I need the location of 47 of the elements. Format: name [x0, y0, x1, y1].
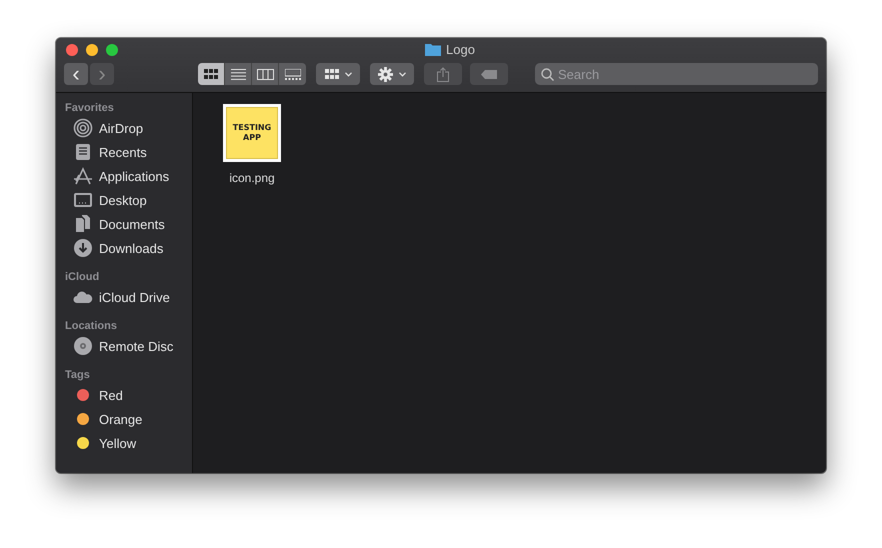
window-title: Logo — [446, 42, 475, 57]
sidebar-item[interactable]: Applications — [65, 164, 192, 188]
applications-icon — [73, 166, 93, 186]
share-icon — [437, 66, 449, 82]
view-mode-button[interactable] — [252, 63, 279, 85]
grid-icon — [204, 69, 218, 79]
download-icon — [73, 238, 93, 258]
caret-icon — [344, 72, 352, 76]
image-thumbnail[interactable]: TESTING APP — [223, 104, 281, 162]
list-icon — [230, 68, 246, 80]
airdrop-icon — [73, 118, 93, 138]
view-mode-button[interactable] — [225, 63, 252, 85]
sidebar-item[interactable]: Documents — [65, 212, 192, 236]
sidebar-item[interactable]: Yellow — [65, 431, 192, 455]
gallery-icon — [284, 68, 300, 80]
sidebar-item[interactable]: Orange — [65, 407, 192, 431]
sidebar-item[interactable]: Downloads — [65, 236, 192, 260]
minimize-button[interactable] — [86, 44, 98, 56]
sidebar-item[interactable]: Desktop — [65, 188, 192, 212]
group-icon — [324, 69, 338, 79]
folder-icon — [425, 43, 442, 56]
search-field[interactable]: Search — [535, 63, 818, 85]
view-mode-button[interactable] — [279, 63, 306, 85]
sidebar-item[interactable]: AirDrop — [65, 116, 192, 140]
desktop-icon — [73, 190, 93, 210]
tag-icon — [481, 70, 497, 78]
sidebar-heading: iCloud — [65, 270, 100, 285]
documents-icon — [73, 214, 93, 234]
sidebar-item[interactable]: Recents — [65, 140, 192, 164]
settings-button[interactable] — [370, 63, 414, 85]
columns-icon — [256, 68, 274, 80]
tray-icon — [73, 142, 93, 162]
settings-icon — [378, 66, 393, 82]
sidebar-item[interactable]: iCloud Drive — [65, 285, 192, 309]
caret-icon — [399, 72, 406, 76]
sidebar-heading: Favorites — [65, 101, 115, 116]
close-button[interactable] — [66, 44, 78, 56]
sidebar-heading: Locations — [65, 319, 118, 334]
sidebar-heading: Tags — [65, 368, 91, 383]
back-button[interactable]: ‹ — [64, 63, 88, 85]
group-button[interactable] — [316, 63, 360, 85]
sidebar-item[interactable]: Remote Disc — [65, 334, 192, 358]
zoom-button[interactable] — [106, 44, 118, 56]
disc-icon — [73, 336, 93, 356]
sidebar-item[interactable]: Red — [65, 383, 192, 407]
file-name[interactable]: icon.png — [229, 171, 275, 185]
view-mode-button[interactable] — [198, 63, 225, 85]
